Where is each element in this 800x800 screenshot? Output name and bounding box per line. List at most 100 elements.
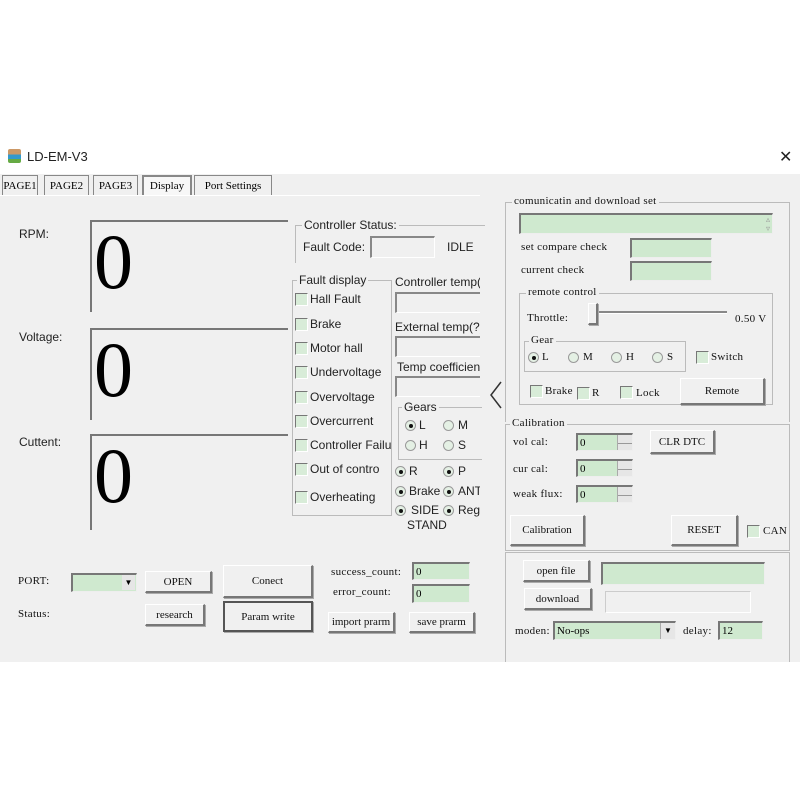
fault-checkbox[interactable] (295, 439, 308, 452)
cur-cal-value: 0 (580, 463, 586, 475)
throttle-slider-thumb[interactable] (588, 303, 598, 325)
communication-field[interactable]: ▵ ▿ (519, 213, 773, 234)
calibration-button[interactable]: Calibration (510, 515, 585, 546)
remote-gear-h-radio[interactable] (611, 352, 622, 363)
ant-label: ANT (458, 484, 480, 498)
fault-label: Out of contro (310, 462, 380, 476)
vol-cal-value: 0 (580, 437, 586, 449)
remote-gear-title: Gear (529, 334, 556, 346)
tab-display[interactable]: Display (142, 175, 192, 195)
gear-m-radio[interactable] (443, 420, 454, 431)
vol-cal-spinner[interactable]: 0 (576, 433, 633, 451)
import-param-button[interactable]: import prarm (328, 612, 395, 633)
p-radio[interactable] (443, 466, 454, 477)
remote-gear-s-radio[interactable] (652, 352, 663, 363)
tab-page2[interactable]: PAGE2 (44, 175, 89, 195)
fault-checkbox[interactable] (295, 463, 308, 476)
tab-page3[interactable]: PAGE3 (93, 175, 138, 195)
brake-label: Brake (409, 484, 441, 498)
gear-h-radio[interactable] (405, 440, 416, 451)
gear-l-radio[interactable] (405, 420, 416, 431)
collapse-chevron-icon[interactable] (488, 380, 504, 410)
open-file-button[interactable]: open file (523, 560, 590, 582)
save-param-button[interactable]: save prarm (409, 612, 475, 633)
r-label: R (409, 464, 418, 478)
vol-cal-spin-icon[interactable] (617, 435, 632, 450)
weak-flux-spinner[interactable]: 0 (576, 485, 633, 503)
can-label: CAN (763, 525, 788, 537)
rege-radio[interactable] (443, 505, 454, 516)
fault-label: Overheating (310, 490, 376, 504)
set-compare-check-field (630, 238, 712, 258)
clr-dtc-button[interactable]: CLR DTC (650, 430, 715, 454)
throttle-slider-track[interactable] (592, 311, 727, 314)
remote-button[interactable]: Remote (680, 378, 765, 405)
cur-cal-spin-icon[interactable] (617, 461, 632, 476)
fault-code-field (370, 236, 435, 258)
remote-control-title: remote control (526, 286, 599, 298)
fault-checkbox[interactable] (295, 293, 308, 306)
set-compare-check-label: set compare check (521, 241, 608, 253)
gear-m-label: M (458, 418, 468, 432)
moden-dropdown-icon[interactable]: ▼ (660, 623, 675, 639)
switch-checkbox[interactable] (696, 351, 709, 364)
status-label: Status: (18, 608, 51, 620)
p-label: P (458, 464, 467, 478)
current-check-label: current check (521, 264, 585, 276)
remote-gear-l-radio[interactable] (528, 352, 539, 363)
close-icon[interactable]: ✕ (779, 147, 792, 167)
fault-checkbox[interactable] (295, 342, 308, 355)
external-temp-label: External temp(?) (395, 320, 480, 334)
connect-button[interactable]: Conect (223, 565, 313, 598)
fault-checkbox[interactable] (295, 415, 308, 428)
research-button[interactable]: research (145, 604, 205, 626)
reset-button[interactable]: RESET (671, 515, 738, 546)
fault-checkbox[interactable] (295, 366, 308, 379)
fault-label: Hall Fault (310, 292, 361, 306)
port-dropdown-icon[interactable]: ▼ (122, 575, 135, 590)
r-radio[interactable] (395, 466, 406, 477)
lock-checkbox[interactable] (620, 386, 633, 399)
fault-checkbox[interactable] (295, 391, 308, 404)
param-write-button[interactable]: Param write (223, 601, 313, 632)
fault-checkbox[interactable] (295, 491, 308, 504)
weak-flux-spin-icon[interactable] (617, 487, 632, 502)
gear-s-radio[interactable] (443, 440, 454, 451)
remote-r-checkbox[interactable] (577, 387, 590, 400)
moden-select[interactable]: No-ops ▼ (553, 621, 676, 640)
fault-label: Overcurrent (310, 414, 374, 428)
cur-cal-spinner[interactable]: 0 (576, 459, 633, 477)
download-button[interactable]: download (524, 588, 592, 610)
gear-l-label: L (419, 418, 426, 432)
controller-state: IDLE (447, 240, 474, 254)
fault-label: Brake (310, 317, 342, 331)
open-button[interactable]: OPEN (145, 571, 212, 593)
moden-label: moden: (515, 625, 550, 637)
remote-gear-m-radio[interactable] (568, 352, 579, 363)
current-display: 0 (90, 434, 288, 530)
side-stand-radio[interactable] (395, 505, 406, 516)
ant-radio[interactable] (443, 486, 454, 497)
remote-brake-label: Brake (545, 385, 573, 397)
communication-title: comunicatin and download set (512, 195, 659, 207)
file-path-field[interactable] (601, 562, 765, 585)
fault-checkbox[interactable] (295, 318, 308, 331)
tab-page1[interactable]: PAGE1 (2, 175, 38, 195)
delay-field[interactable]: 12 (718, 621, 763, 640)
gear-h-label: H (419, 438, 428, 452)
rege-label: Rege (458, 503, 480, 517)
remote-brake-checkbox[interactable] (530, 385, 543, 398)
gears-group: Gears (398, 400, 482, 460)
weak-flux-label: weak flux: (513, 488, 563, 500)
current-check-field (630, 261, 712, 281)
temp-coefficient-label: Temp coefficient (397, 360, 480, 374)
error-count-label: error_count: (333, 586, 391, 598)
gears-title: Gears (402, 400, 439, 414)
brake-radio[interactable] (395, 486, 406, 497)
rpm-display: 0 (90, 220, 288, 312)
cur-cal-label: cur cal: (513, 463, 549, 475)
tab-port-settings[interactable]: Port Settings (194, 175, 272, 195)
lock-label: Lock (636, 387, 660, 399)
controller-status-title: Controller Status: (302, 218, 399, 232)
can-checkbox[interactable] (747, 525, 760, 538)
